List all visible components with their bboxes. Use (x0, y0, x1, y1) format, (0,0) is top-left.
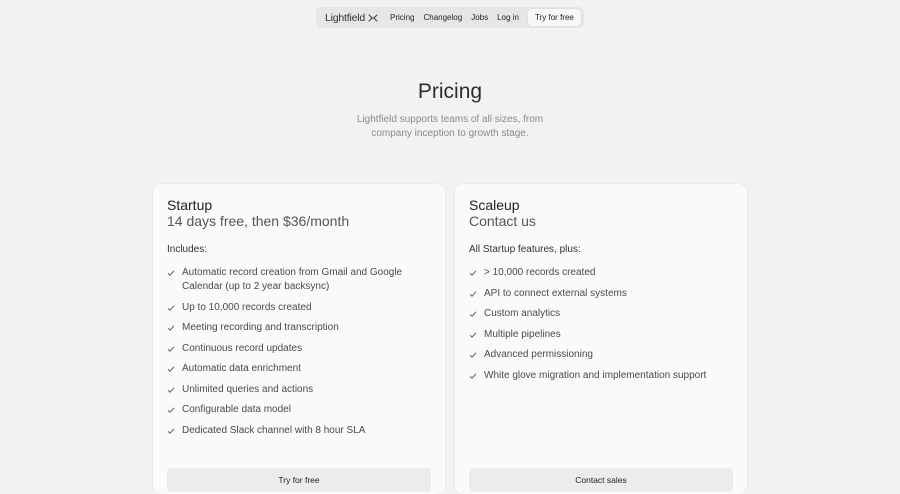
check-icon (167, 407, 175, 413)
feature-list: > 10,000 records created API to connect … (469, 266, 733, 383)
feature-item: Advanced permissioning (469, 348, 733, 362)
feature-text: Advanced permissioning (484, 349, 593, 360)
feature-item: Configurable data model (167, 403, 431, 417)
feature-text: White glove migration and implementation… (484, 369, 707, 381)
nav-link-changelog[interactable]: Changelog (423, 13, 462, 22)
feature-item: White glove migration and implementation… (469, 369, 733, 383)
check-icon (469, 270, 477, 276)
feature-list: Automatic record creation from Gmail and… (167, 266, 431, 438)
check-icon (167, 427, 175, 434)
plan-price: 14 days free, then $36/month (167, 213, 350, 229)
page-subtitle: Lightfield supports teams of all sizes, … (356, 114, 544, 139)
feature-text: Automatic record creation from Gmail and… (182, 267, 403, 292)
feature-item: Meeting recording and transcription (167, 321, 431, 335)
top-nav: Lightfield Pricing Changelog Jobs Log in… (316, 7, 584, 28)
check-icon (167, 325, 175, 331)
try-for-free-nav-button[interactable]: Try for free (527, 9, 581, 26)
feature-text: Configurable data model (182, 404, 291, 415)
check-icon (469, 290, 477, 297)
feature-text: Dedicated Slack channel with 8 hour SLA (182, 424, 366, 436)
plan-intro: All Startup features, plus: (469, 244, 581, 255)
nav-link-pricing[interactable]: Pricing (390, 13, 414, 22)
check-icon (167, 270, 175, 276)
feature-item: API to connect external systems (469, 287, 733, 301)
feature-item: Automatic data enrichment (167, 362, 431, 376)
feature-text: Up to 10,000 records created (182, 301, 312, 313)
plan-intro: Includes: (167, 244, 208, 255)
nav-link-login[interactable]: Log in (497, 13, 519, 22)
check-icon (469, 331, 477, 338)
check-icon (469, 311, 477, 317)
feature-item: Dedicated Slack channel with 8 hour SLA (167, 424, 431, 438)
page-title: Pricing (417, 80, 483, 103)
nav-link-jobs[interactable]: Jobs (471, 13, 488, 22)
feature-text: Automatic data enrichment (182, 363, 301, 374)
feature-text: Multiple pipelines (484, 328, 561, 340)
plan-price: Contact us (469, 213, 536, 229)
feature-text: API to connect external systems (484, 287, 627, 299)
check-icon (167, 304, 175, 311)
feature-item: Custom analytics (469, 307, 733, 321)
check-icon (469, 352, 477, 358)
feature-text: Unlimited queries and actions (182, 383, 314, 395)
check-icon (167, 386, 175, 393)
startup-plan-card: Startup 14 days free, then $36/month Inc… (153, 184, 445, 494)
check-icon (167, 366, 175, 372)
feature-item: > 10,000 records created (469, 266, 733, 280)
feature-text: Custom analytics (484, 308, 561, 319)
scaleup-plan-card: Scaleup Contact us All Startup features,… (455, 184, 747, 494)
feature-item: Continuous record updates (167, 342, 431, 356)
check-icon (167, 345, 175, 352)
feature-item: Up to 10,000 records created (167, 301, 431, 315)
check-icon (469, 372, 477, 379)
logo-text: Lightfield (325, 11, 366, 24)
asterisk-mark-icon (368, 13, 378, 22)
feature-item: Multiple pipelines (469, 328, 733, 342)
feature-text: > 10,000 records created (484, 267, 596, 278)
feature-item: Unlimited queries and actions (167, 383, 431, 397)
plan-name: Startup (167, 197, 213, 213)
feature-text: Meeting recording and transcription (182, 322, 339, 333)
try-for-free-button[interactable]: Try for free (167, 468, 431, 492)
feature-text: Continuous record updates (182, 342, 303, 354)
plan-name: Scaleup (469, 197, 520, 213)
feature-item: Automatic record creation from Gmail and… (167, 266, 431, 294)
logo[interactable]: Lightfield (325, 12, 378, 24)
contact-sales-button[interactable]: Contact sales (469, 468, 733, 492)
